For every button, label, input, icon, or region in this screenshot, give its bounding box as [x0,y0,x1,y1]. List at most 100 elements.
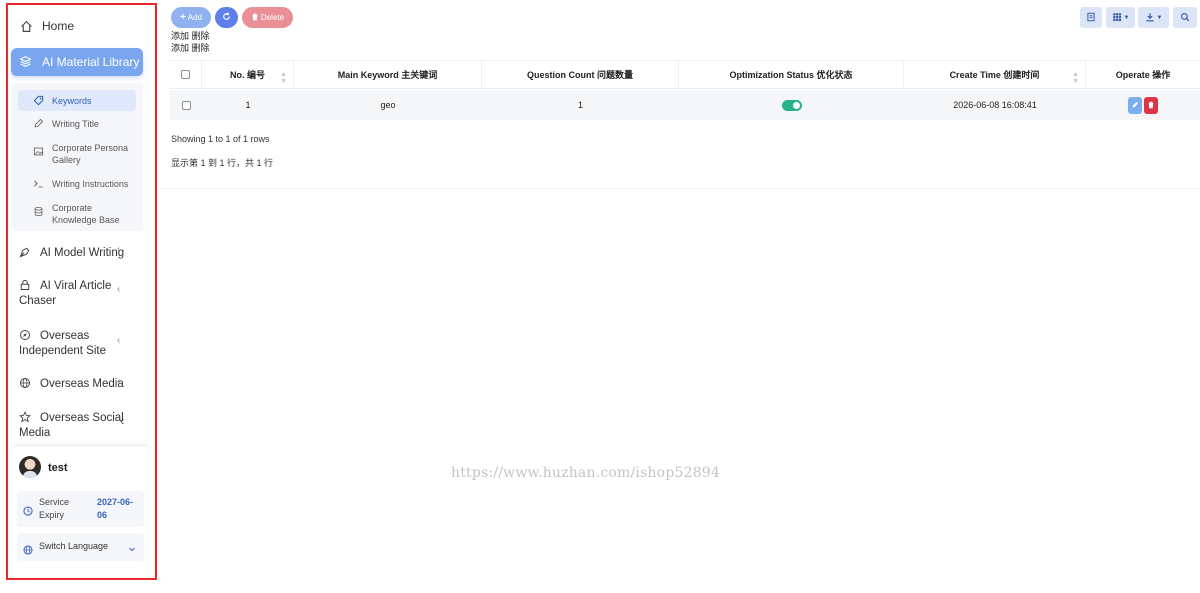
avatar[interactable] [19,456,41,478]
refresh-button[interactable] [215,7,238,28]
sidebar-item-ai-model-writing[interactable]: AI Model Writing [19,246,139,261]
database-icon [33,206,44,217]
sidebar-item-label: AI Material Library [42,55,140,69]
watermark: https://www.huzhan.com/ishop52894 [451,465,721,481]
caret-down-icon: ▼ [1123,14,1130,21]
pen-icon [33,118,44,129]
grid-icon [1112,12,1122,24]
cell-optimization-status [679,90,904,120]
submenu-item-writing-instructions[interactable]: Writing Instructions [12,178,143,190]
submenu-item-corporate-knowledge-base[interactable]: Corporate Knowledge Base [12,202,143,226]
row-select-cell [170,90,202,120]
switch-language-button[interactable]: Switch Language [17,533,144,561]
username: test [48,462,68,474]
column-header-label: Operate 操作 [1115,70,1171,80]
row-checkbox[interactable] [181,100,191,110]
submenu-item-corporate-persona-gallery[interactable]: Corporate Persona Gallery [12,142,143,166]
globe-icon [23,542,33,560]
list-icon [1086,12,1096,24]
pagination-summary-cn: 显示第 1 到 1 行，共 1 行 [171,158,274,168]
search-button[interactable] [1173,7,1197,28]
sidebar: Home AI Material Library Keywords Writin… [6,3,157,580]
sidebar-item-home[interactable]: Home [19,19,155,33]
chevron-down-icon [128,540,136,558]
trash-icon [251,13,259,23]
star-icon [18,410,32,423]
column-header-operate: Operate 操作 [1086,61,1200,88]
sort-icon: ▲ ▼ [280,71,287,85]
submenu-item-writing-title[interactable]: Writing Title [12,118,143,130]
column-header-optimization-status: Optimization Status 优化状态 [679,61,904,88]
sidebar-item-label: AI Viral Article Chaser [19,280,112,307]
expiry-label: Service Expiry [39,497,70,520]
chevron-left-icon: ‹ [117,244,121,255]
service-expiry: Service Expiry 2027-06-06 [17,491,144,527]
column-header-question-count: Question Count 问题数量 [482,61,679,88]
column-header-label: No. 编号 [230,70,265,80]
column-header-label: Create Time 创建时间 [949,70,1040,80]
submenu-item-label: Writing Instructions [52,179,129,189]
tag-icon [33,95,44,106]
submenu-item-label: Writing Title [52,119,99,129]
image-icon [33,146,44,157]
home-icon [19,19,33,33]
cell-create-time: 2026-06-08 16:08:41 [953,100,1037,110]
sidebar-item-overseas-media[interactable]: Overseas Media [19,377,139,392]
submenu-item-label: Corporate Persona Gallery [52,143,129,165]
edit-button[interactable] [1128,96,1142,114]
column-header-label: Question Count 问题数量 [527,70,633,80]
download-icon [1145,12,1155,24]
switch-language-label: Switch Language [39,541,109,551]
chevron-left-icon: ‹ [120,413,125,428]
sort-icon: ▲ ▼ [1072,71,1079,85]
compass-icon [19,329,31,341]
chevron-left-icon: ‹ [117,335,121,346]
column-header-label: Main Keyword 主关键词 [337,70,438,80]
search-icon [1180,12,1190,24]
sidebar-item-label: Overseas Media [40,378,124,390]
column-header-label: Optimization Status 优化状态 [729,70,853,80]
pen-tool-icon [19,246,31,258]
chevron-left-icon: ‹ [117,284,121,295]
add-button[interactable]: + Add [171,7,211,28]
globe-icon [19,377,31,389]
user-card: test Service Expiry 2027-06-06 Switch La… [11,445,151,578]
trash-icon [1148,101,1154,109]
refresh-icon [222,12,231,23]
submenu: Keywords Writing Title Corporate Persona… [12,83,143,231]
pencil-icon [1132,102,1138,108]
toolbar-cn-label: 添加 删除 [171,43,210,53]
sidebar-item-ai-viral-article-chaser[interactable]: AI Viral Article Chaser [19,279,139,309]
select-all-cell [170,61,202,88]
clock-icon [23,503,33,521]
plus-icon: + [179,12,186,23]
sidebar-item-label: AI Model Writing [40,247,125,259]
sidebar-item-label: Home [42,19,75,33]
select-all-checkbox[interactable] [181,70,190,79]
column-header-no[interactable]: No. 编号 ▲ ▼ [202,61,294,88]
chevron-left-icon: ‹ [117,376,121,387]
delete-button[interactable]: Delete [242,7,293,28]
cell-question-count: 1 [577,100,583,110]
submenu-item-label: Corporate Knowledge Base [52,203,120,225]
sidebar-item-overseas-independent-site[interactable]: Overseas Independent Site [19,329,139,359]
card-view-button[interactable] [1080,7,1102,28]
lock-icon [19,279,31,291]
expiry-date: 2027-06-06 [97,497,134,520]
column-header-create-time[interactable]: Create Time 创建时间 ▲ ▼ [904,61,1086,88]
cell-main-keyword: geo [380,100,396,110]
row-delete-button[interactable] [1144,96,1158,114]
table-header: No. 编号 ▲ ▼ Main Keyword 主关键词 Question Cou… [170,60,1200,89]
column-header-main-keyword: Main Keyword 主关键词 [294,61,482,88]
export-button[interactable]: ▼ [1138,7,1169,28]
add-button-label: Add [187,13,203,22]
submenu-item-keywords[interactable]: Keywords [18,90,136,111]
cell-operate [1086,90,1200,120]
submenu-item-label: Keywords [52,95,92,106]
optimization-status-toggle[interactable] [781,99,802,111]
sidebar-item-ai-material-library[interactable]: AI Material Library [11,48,143,76]
columns-toggle-button[interactable]: ▼ [1106,7,1135,28]
divider [160,188,1200,189]
caret-down-icon: ▼ [1156,14,1163,21]
pagination-summary: Showing 1 to 1 of 1 rows [171,134,270,144]
